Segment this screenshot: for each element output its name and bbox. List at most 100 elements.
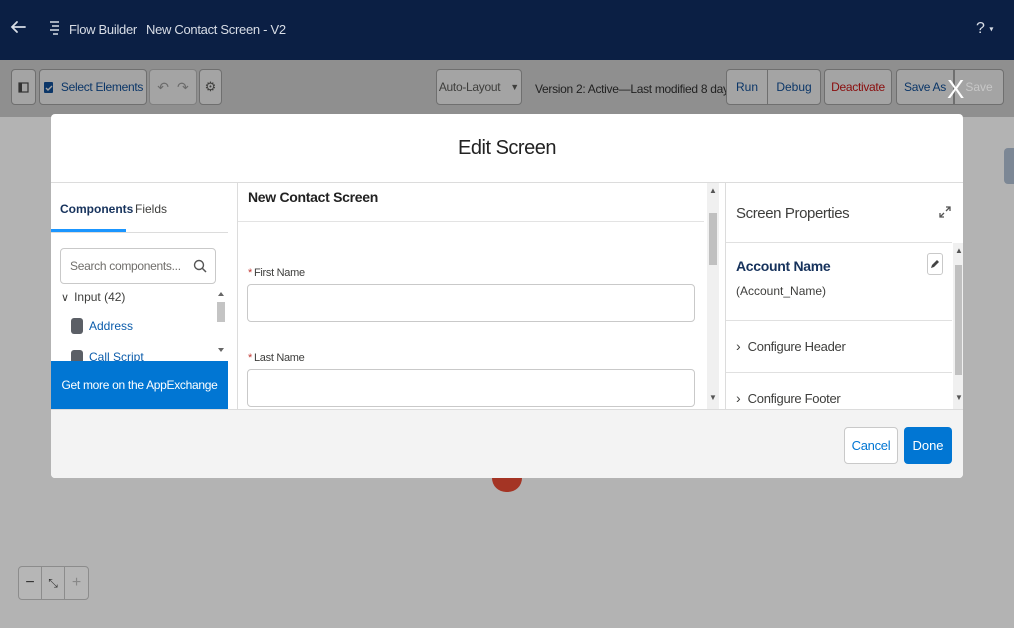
zoom-controls: − ⤡ + <box>18 566 89 600</box>
group-label: Input (42) <box>74 290 126 304</box>
redo-icon[interactable]: ↷ <box>177 79 189 96</box>
location-icon <box>71 318 83 334</box>
layout-dropdown[interactable]: Auto-Layout ▼ <box>436 69 522 105</box>
component-call-script[interactable]: Call Script <box>71 350 144 361</box>
screen-properties-panel: Screen Properties Account Name (Account_… <box>725 183 963 409</box>
scroll-down-icon[interactable]: ▼ <box>709 393 717 402</box>
toggle-panel-button[interactable] <box>11 69 36 105</box>
component-address[interactable]: Address <box>71 318 133 334</box>
configure-footer-section[interactable]: › Configure Footer <box>736 390 841 406</box>
scroll-thumb[interactable] <box>955 265 962 375</box>
screen-label: Account Name <box>736 258 831 274</box>
version-status: Version 2: Active—Last modified 8 days a… <box>535 82 757 96</box>
tab-components[interactable]: Components <box>60 202 133 216</box>
screen-api-name: (Account_Name) <box>736 284 827 298</box>
list-scrollbar[interactable] <box>216 288 226 360</box>
debug-button[interactable]: Debug <box>767 69 821 105</box>
scroll-thumb[interactable] <box>709 213 717 265</box>
cancel-label: Cancel <box>851 438 891 453</box>
run-label: Run <box>735 80 758 94</box>
configure-header-section[interactable]: › Configure Header <box>736 338 846 354</box>
scroll-up-icon[interactable]: ▲ <box>709 186 717 195</box>
component-label: Call Script <box>89 350 144 361</box>
panel-toggle-tab[interactable] <box>1004 148 1014 184</box>
search-placeholder: Search components... <box>70 259 181 273</box>
tab-fields[interactable]: Fields <box>135 202 167 216</box>
field-label: Last Name <box>253 352 305 364</box>
required-marker: * <box>248 352 252 364</box>
modal-footer: Cancel Done <box>51 409 963 478</box>
script-icon <box>71 350 83 361</box>
run-button[interactable]: Run <box>726 69 768 105</box>
last-name-input[interactable] <box>247 369 695 407</box>
close-modal-button[interactable]: X <box>947 74 964 105</box>
chevron-down-icon: ▾ <box>989 24 994 34</box>
cancel-button[interactable]: Cancel <box>844 427 898 464</box>
select-icon <box>43 81 53 93</box>
zoom-in-button[interactable]: + <box>65 567 88 599</box>
chevron-right-icon: › <box>736 390 741 406</box>
settings-button[interactable]: ⚙ <box>199 69 222 105</box>
zoom-out-button[interactable]: − <box>19 567 42 599</box>
modal-header: Edit Screen <box>51 114 963 183</box>
active-tab-indicator <box>51 229 126 232</box>
done-button[interactable]: Done <box>904 427 952 464</box>
layout-label: Auto-Layout <box>438 80 501 94</box>
undo-redo-group: ↶ ↷ <box>149 69 197 105</box>
deactivate-label: Deactivate <box>831 80 885 94</box>
done-label: Done <box>912 438 944 453</box>
chevron-down-icon: ▼ <box>510 82 520 92</box>
app-title: Flow Builder <box>69 22 137 37</box>
first-name-input[interactable] <box>247 284 695 322</box>
save-as-button[interactable]: Save As <box>896 69 954 105</box>
search-icon <box>193 259 207 273</box>
top-nav: Flow Builder New Contact Screen - V2 ? ▾ <box>0 0 1014 60</box>
scroll-up-icon[interactable]: ▲ <box>955 246 963 255</box>
chevron-down-icon: ∨ <box>61 292 70 304</box>
expand-icon[interactable] <box>939 206 951 218</box>
edit-screen-modal: Edit Screen Components Fields Search com… <box>51 114 963 478</box>
modal-title: Edit Screen <box>458 136 556 159</box>
input-group-header[interactable]: ∨ Input (42) <box>61 290 125 304</box>
properties-scrollbar[interactable]: ▲ ▼ <box>953 243 963 409</box>
search-input[interactable]: Search components... <box>60 248 216 284</box>
save-label: Save <box>965 80 993 94</box>
components-panel: Components Fields Search components... ∨… <box>51 183 238 409</box>
properties-title: Screen Properties <box>736 205 850 222</box>
screen-canvas: New Contact Screen * First Name * Last Nam… <box>238 183 725 409</box>
select-elements-label: Select Elements <box>60 80 144 94</box>
divider <box>726 320 952 321</box>
deactivate-button[interactable]: Deactivate <box>824 69 892 105</box>
save-as-label: Save As <box>904 80 946 94</box>
debug-label: Debug <box>776 80 812 94</box>
screen-title: New Contact Screen <box>248 189 378 205</box>
first-name-label: * First Name <box>248 267 305 279</box>
edit-button[interactable] <box>927 253 943 275</box>
panel-icon <box>18 81 29 93</box>
scroll-down-icon[interactable]: ▼ <box>955 393 963 402</box>
section-label: Configure Header <box>747 338 846 354</box>
panel-tabs: Components Fields <box>51 183 228 233</box>
fit-view-button[interactable]: ⤡ <box>42 567 65 599</box>
appexchange-label: Get more on the AppExchange <box>61 378 218 392</box>
last-name-label: * Last Name <box>248 352 305 364</box>
field-label: First Name <box>253 267 305 279</box>
minus-icon: − <box>25 574 35 591</box>
plus-icon: + <box>71 574 82 591</box>
flow-builder-icon <box>50 21 59 35</box>
appexchange-button[interactable]: Get more on the AppExchange <box>51 361 228 409</box>
flow-title: New Contact Screen - V2 <box>146 22 286 37</box>
pencil-icon <box>931 260 939 268</box>
fit-icon: ⤡ <box>48 575 58 590</box>
required-marker: * <box>248 267 252 279</box>
chevron-right-icon: › <box>736 338 741 354</box>
help-menu[interactable]: ? ▾ <box>976 20 993 38</box>
screen-scrollbar[interactable]: ▲ ▼ <box>707 183 719 409</box>
undo-icon[interactable]: ↶ <box>157 79 169 96</box>
divider <box>726 242 952 243</box>
select-elements-button[interactable]: Select Elements <box>39 69 147 105</box>
back-arrow-icon[interactable] <box>9 18 27 36</box>
section-label: Configure Footer <box>747 390 841 406</box>
component-label: Address <box>89 319 134 333</box>
divider <box>726 372 952 373</box>
